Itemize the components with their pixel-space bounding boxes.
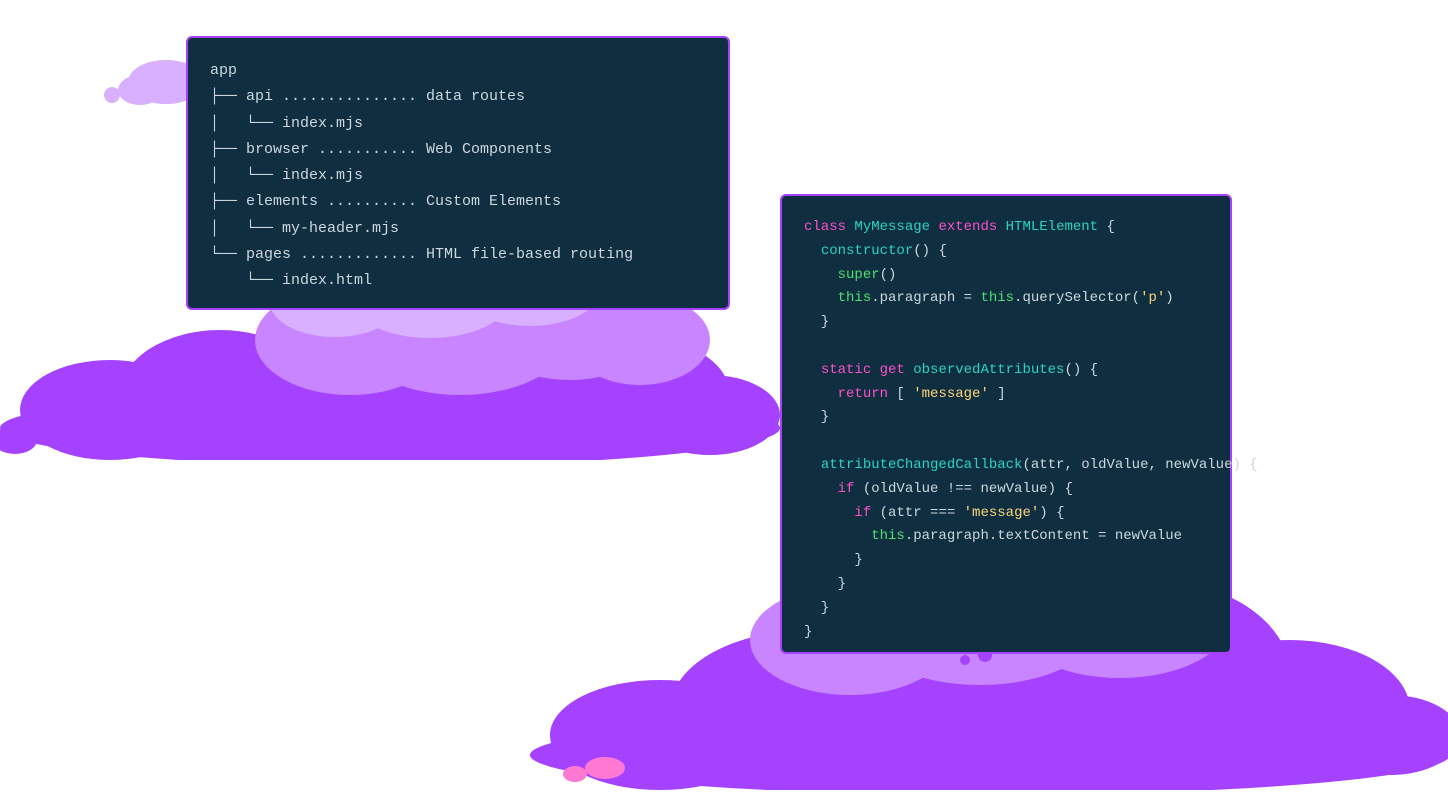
code-token: () { (1064, 362, 1098, 378)
code-token: MyMessage (854, 219, 938, 235)
code-token (804, 267, 838, 283)
code-token: 'message' (913, 386, 989, 402)
code-token: .querySelector( (1014, 290, 1140, 306)
code-token (804, 457, 821, 473)
code-token: } (804, 409, 829, 425)
code-token: this (838, 290, 872, 306)
code-token: this (980, 290, 1014, 306)
code-token: [ (896, 386, 913, 402)
code-token: static (821, 362, 880, 378)
code-token: } (804, 600, 829, 616)
code-token: if (838, 481, 863, 497)
tree-line: ├── browser ........... Web Components (210, 141, 552, 158)
code-token: get (880, 362, 914, 378)
panel-directory-tree: app ├── api ............... data routes … (186, 36, 730, 310)
code-token: } (804, 552, 863, 568)
tree-line: │ └── index.mjs (210, 167, 363, 184)
code-token: observedAttributes (913, 362, 1064, 378)
code-token: if (854, 505, 879, 521)
code-token: class (804, 219, 854, 235)
code-token: ) { (1039, 505, 1064, 521)
code-token: (attr === (880, 505, 964, 521)
tree-line: └── pages ............. HTML file-based … (210, 246, 633, 263)
stage: app ├── api ............... data routes … (0, 0, 1448, 798)
code-token (804, 362, 821, 378)
code-token: 'message' (964, 505, 1040, 521)
code-token: extends (938, 219, 1005, 235)
code-token: (attr, oldValue, newValue) { (1022, 457, 1257, 473)
tree-line: │ └── my-header.mjs (210, 220, 399, 237)
code-token: 'p' (1140, 290, 1165, 306)
code-token: .paragraph.textContent = newValue (905, 528, 1182, 544)
code-token: { (1106, 219, 1114, 235)
code-token: return (838, 386, 897, 402)
code-token (804, 481, 838, 497)
code-token (804, 243, 821, 259)
tree-line: ├── api ............... data routes (210, 88, 525, 105)
code-token (804, 505, 854, 521)
tree-line: │ └── index.mjs (210, 115, 363, 132)
code-token: .paragraph = (871, 290, 980, 306)
code-token: HTMLElement (1006, 219, 1107, 235)
tree-line: app (210, 62, 237, 79)
code-token (804, 290, 838, 306)
code-token: () (880, 267, 897, 283)
code-token: constructor (821, 243, 913, 259)
code-token (804, 386, 838, 402)
code-token: this (871, 528, 905, 544)
code-token: ] (989, 386, 1006, 402)
code-token: ) (1165, 290, 1173, 306)
code-token: () { (913, 243, 947, 259)
code-token: } (804, 576, 846, 592)
panel-code-class: class MyMessage extends HTMLElement { co… (780, 194, 1232, 654)
tree-line: └── index.html (210, 272, 372, 289)
code-token: (oldValue !== newValue) { (863, 481, 1073, 497)
code-token: super (838, 267, 880, 283)
tree-line: ├── elements .......... Custom Elements (210, 193, 561, 210)
code-token: } (804, 624, 812, 640)
code-token: attributeChangedCallback (821, 457, 1023, 473)
code-token: } (804, 314, 829, 330)
code-token (804, 528, 871, 544)
